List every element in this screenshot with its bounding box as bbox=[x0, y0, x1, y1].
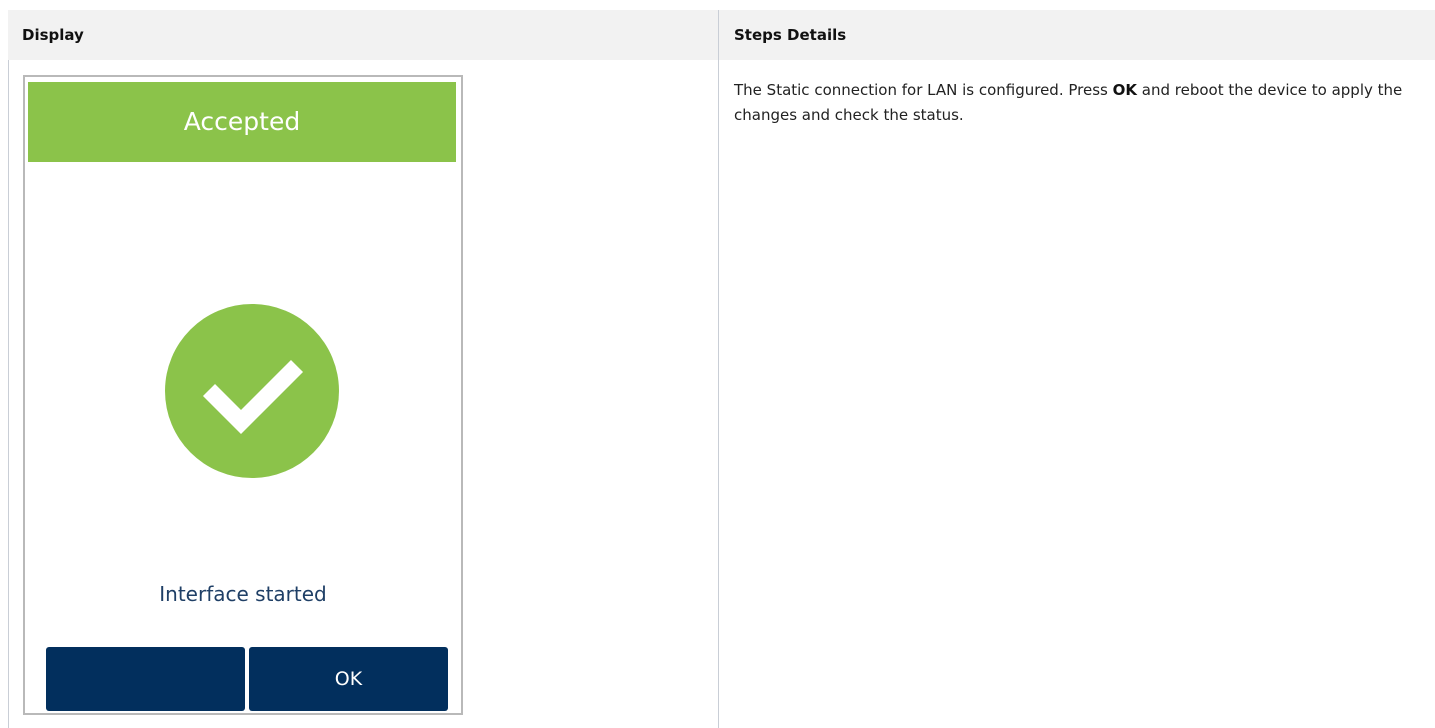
device-header-accepted: Accepted bbox=[28, 82, 456, 162]
device-status-text: Interface started bbox=[159, 582, 327, 606]
device-screen-image: Accepted Interface started OK bbox=[23, 75, 463, 715]
column-divider bbox=[718, 10, 719, 728]
table-left-border bbox=[8, 60, 9, 728]
softkey-left-button[interactable] bbox=[46, 647, 245, 711]
header-display: Display bbox=[22, 26, 84, 44]
steps-text-bold: OK bbox=[1112, 81, 1137, 99]
steps-table: Display Steps Details Accepted Interface… bbox=[8, 10, 1435, 728]
steps-details-text: The Static connection for LAN is configu… bbox=[734, 78, 1406, 128]
checkmark-icon bbox=[202, 359, 304, 435]
ok-button[interactable]: OK bbox=[249, 647, 448, 711]
table-header-row: Display Steps Details bbox=[8, 10, 1435, 60]
header-steps-details: Steps Details bbox=[734, 26, 847, 44]
steps-text-before: The Static connection for LAN is configu… bbox=[734, 81, 1113, 99]
check-circle-icon bbox=[165, 304, 339, 478]
